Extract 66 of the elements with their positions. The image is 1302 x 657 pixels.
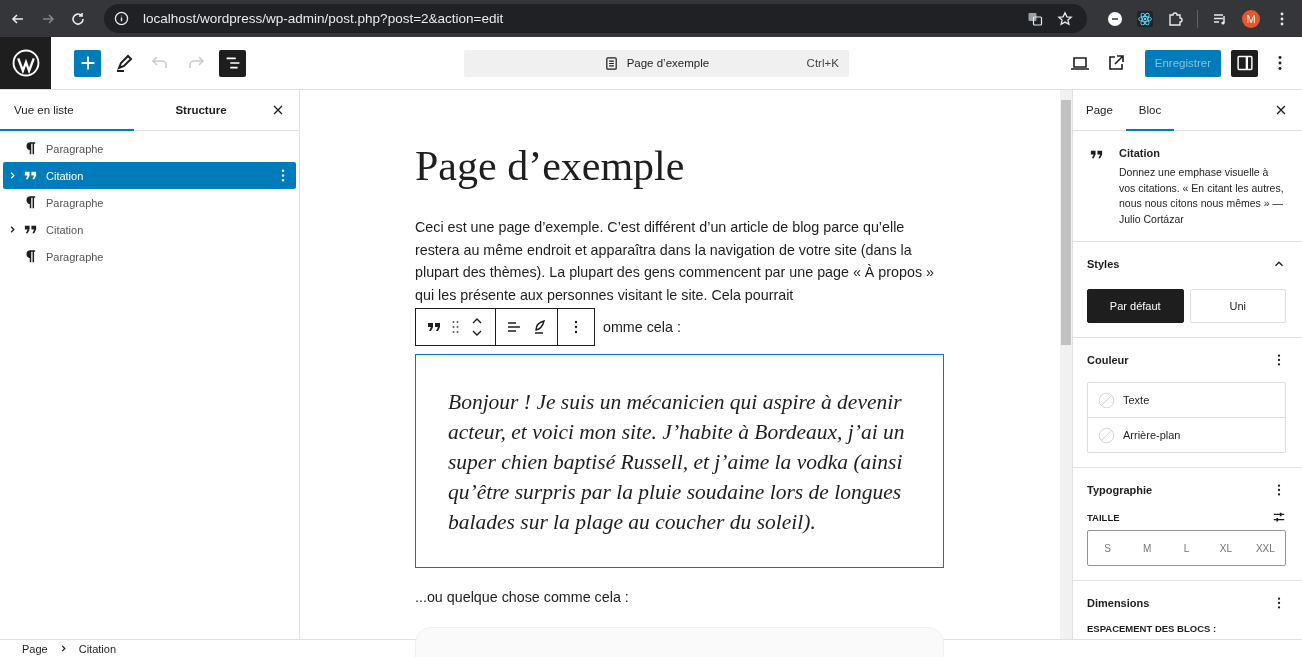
list-view-item[interactable]: Paragraphe <box>3 189 296 216</box>
size-option[interactable]: XXL <box>1245 531 1286 565</box>
profile-avatar[interactable]: M <box>1242 9 1260 28</box>
sliders-icon[interactable] <box>1272 510 1286 524</box>
add-block-button[interactable] <box>74 49 101 77</box>
color-label: Texte <box>1123 394 1150 406</box>
color-setting[interactable]: Texte <box>1088 383 1285 417</box>
star-icon[interactable] <box>1057 10 1073 27</box>
document-bar[interactable]: Page d’exemple Ctrl+K <box>463 49 849 77</box>
paragraph-text: ...ou quelque chose comme cela : <box>415 588 630 608</box>
spacing-label: ESPACEMENT DES BLOCS : <box>1087 623 1218 634</box>
puzzle-icon[interactable] <box>1167 10 1183 27</box>
block-title: Citation <box>1119 147 1161 159</box>
document-title: Page d’exemple <box>626 57 710 69</box>
chevron-icon <box>59 644 67 653</box>
list-view-button[interactable] <box>219 49 246 77</box>
section-title: Couleur <box>1087 354 1129 366</box>
reload-icon[interactable] <box>70 10 86 27</box>
close-icon[interactable] <box>271 103 285 117</box>
breadcrumb-link[interactable]: Page <box>22 642 48 655</box>
style-option[interactable]: Par défaut <box>1087 289 1184 323</box>
section-title: Dimensions <box>1087 597 1150 609</box>
block-description: Donnez une emphase visuelle à vos citations. « En citant les autres, nous nous citons nous mêmes » — Julio Cortázar <box>1119 165 1285 227</box>
info-icon[interactable] <box>114 11 129 26</box>
list-view-item[interactable]: Citation <box>3 216 296 243</box>
empty-swatch-icon <box>1098 391 1115 409</box>
quote-text: Bonjour ! Je suis un mécanicien qui aspire à devenir acteur, et voici mon site. J’habite à Bordeaux, j’ai un super chien baptisé Russell, et j’aime la vodka (ainsi qu’être surpris par la pluie soudaine lors de longues balades sur la plage au coucher du soleil). <box>448 389 906 537</box>
style-option[interactable]: Uni <box>1189 289 1286 323</box>
translate-icon[interactable] <box>1027 10 1043 27</box>
size-label: TAILLE <box>1087 511 1120 523</box>
close-icon[interactable] <box>1274 103 1288 117</box>
settings-toggle-button[interactable] <box>1231 49 1258 77</box>
url-field[interactable]: localhost/wordpress/wp-admin/post.php?post=2&action=edit <box>143 11 563 26</box>
size-option[interactable]: XL <box>1206 531 1246 565</box>
size-option[interactable]: S <box>1088 531 1128 565</box>
sidebar-tab[interactable]: Page <box>1073 90 1126 131</box>
quote-block[interactable] <box>415 354 944 569</box>
scrollbar[interactable] <box>1060 90 1072 639</box>
color-label: Arrière-plan <box>1123 429 1181 441</box>
color-setting[interactable]: Arrière-plan <box>1088 417 1285 452</box>
item-label: Citation <box>46 223 84 236</box>
extension-icon[interactable] <box>1107 10 1123 27</box>
chevron-icon[interactable] <box>8 225 17 234</box>
item-label: Citation <box>46 169 84 182</box>
drag-handle-icon[interactable] <box>451 320 460 335</box>
atom-icon[interactable] <box>1137 10 1153 27</box>
list-view-item[interactable]: Paragraphe <box>3 135 296 162</box>
breadcrumb-link[interactable]: Citation <box>78 642 116 655</box>
panel-tab[interactable]: Structure <box>134 90 268 131</box>
section-title: Styles <box>1087 258 1120 270</box>
page-title: Page d’exemple <box>415 142 686 190</box>
item-label: Paragraphe <box>46 250 104 263</box>
empty-swatch-icon <box>1098 426 1115 444</box>
list-view-item[interactable]: Paragraphe <box>3 243 296 270</box>
shortcut-hint: Ctrl+K <box>806 56 839 69</box>
sidebar-tab[interactable]: Bloc <box>1125 90 1175 131</box>
section-title: Typographie <box>1087 484 1153 496</box>
item-label: Paragraphe <box>46 142 104 155</box>
panel-tab[interactable]: Vue en liste <box>0 90 134 131</box>
item-label: Paragraphe <box>46 196 104 209</box>
paragraph-text: omme cela : <box>603 319 681 336</box>
size-option[interactable]: M <box>1127 531 1167 565</box>
paragraph-text: Ceci est une page d’exemple. C’est différent d’un article de blog parce qu’elle restera au même endroit et apparaîtra dans la navigation de votre site (dans la plupart des thèmes). La plupart des gens commencent par une page « À propos » qui les présente aux personnes visitant le site. Cela pourrait <box>415 218 935 305</box>
size-option[interactable]: L <box>1166 531 1207 565</box>
document-icon <box>603 55 619 71</box>
wordpress-logo[interactable] <box>0 37 51 89</box>
